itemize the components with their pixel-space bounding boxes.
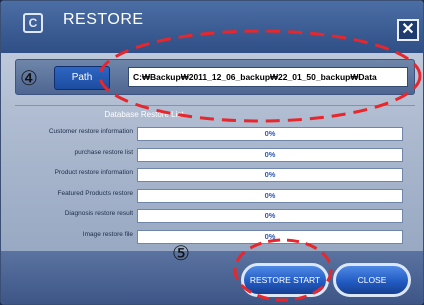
progress-bar: 0%	[137, 147, 403, 162]
restore-row: Product restore information 0%	[15, 165, 415, 186]
button-bar: RESTORE START CLOSE	[1, 251, 423, 304]
restore-rows: Customer restore information 0% purchase…	[15, 124, 415, 247]
restore-list-panel: Database Restore List Customer restore i…	[15, 105, 415, 249]
restore-dialog: C RESTORE ✕ Path C:₩Backup₩2011_12_06_ba…	[0, 0, 424, 305]
progress-percent: 0%	[264, 170, 276, 179]
restore-list-title: Database Restore List	[104, 110, 184, 119]
restore-start-button[interactable]: RESTORE START	[241, 263, 329, 297]
restore-row: Featured Products restore 0%	[15, 186, 415, 207]
title-bar: C RESTORE ✕	[1, 1, 423, 53]
progress-percent: 0%	[264, 211, 276, 220]
progress-percent: 0%	[264, 149, 276, 159]
progress-bar: 0%	[137, 127, 403, 141]
step-marker-4: ④	[20, 66, 38, 90]
restore-row: purchase restore list 0%	[15, 145, 415, 166]
step-marker-5: ⑤	[172, 241, 190, 265]
row-label: Customer restore information	[48, 128, 133, 135]
path-button[interactable]: Path	[54, 66, 110, 90]
progress-bar: 0%	[137, 168, 403, 182]
close-icon[interactable]: ✕	[397, 19, 419, 41]
row-label: purchase restore list	[74, 148, 133, 156]
progress-percent: 0%	[264, 190, 276, 200]
progress-bar: 0%	[137, 209, 403, 223]
restore-row: Customer restore information 0%	[15, 124, 415, 145]
backup-path-field[interactable]: C:₩Backup₩2011_12_06_backup₩22_01_50_bac…	[128, 67, 408, 87]
restore-row: Diagnosis restore result 0%	[15, 206, 415, 227]
row-label: Diagnosis restore result	[64, 210, 133, 217]
row-label: Image restore file	[82, 230, 133, 238]
row-label: Product restore information	[54, 169, 133, 176]
restore-row: Image restore file 0%	[15, 227, 415, 248]
row-label: Featured Products restore	[57, 189, 133, 197]
dialog-title: RESTORE	[63, 11, 144, 28]
close-button[interactable]: CLOSE	[333, 263, 411, 297]
progress-bar: 0%	[137, 188, 403, 203]
progress-percent: 0%	[264, 129, 276, 138]
path-panel: Path C:₩Backup₩2011_12_06_backup₩22_01_5…	[15, 59, 415, 95]
app-icon: C	[23, 13, 43, 33]
